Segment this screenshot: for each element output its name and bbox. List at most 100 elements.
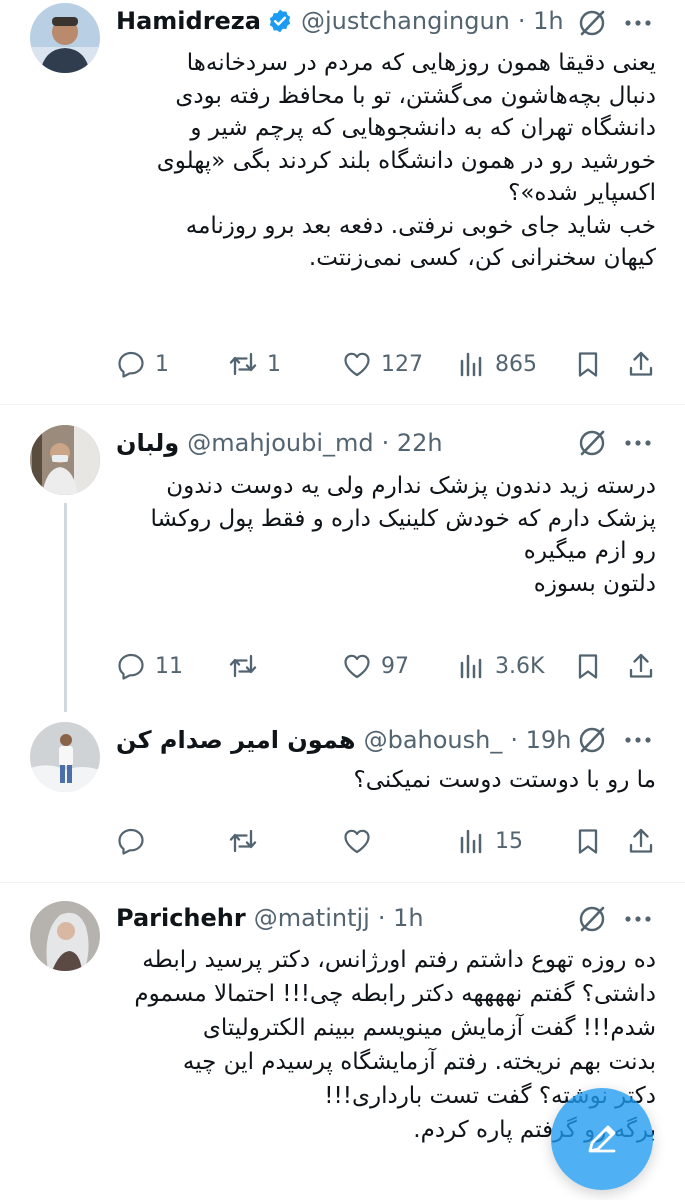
- reply-icon: [118, 828, 144, 855]
- more-icon[interactable]: [622, 428, 654, 458]
- share-icon: [629, 351, 653, 376]
- grok-icon[interactable]: [577, 428, 607, 458]
- share-button[interactable]: [626, 646, 656, 686]
- views-icon: [460, 829, 482, 854]
- tweet-time[interactable]: · 1h: [378, 904, 424, 932]
- tweet-hamidreza[interactable]: Hamidreza @justchangingun · 1h یعنی دقیق…: [0, 0, 685, 404]
- tweet-time[interactable]: · 22h: [382, 429, 443, 457]
- like-icon: [344, 829, 370, 854]
- tweet-line: شدم!!! گفت آزمایش مینویسم ببینم الکترولی…: [202, 1015, 656, 1041]
- author-name[interactable]: همون امیر صدام کن: [116, 726, 356, 754]
- grok-icon[interactable]: [577, 904, 607, 934]
- avatar[interactable]: [30, 425, 100, 495]
- tweet-line: کیهان سخنرانی کن، کسی نمی‌زنتت.: [308, 245, 656, 271]
- avatar[interactable]: [30, 722, 100, 792]
- more-icon[interactable]: [622, 904, 654, 934]
- tweet-header: Parichehr @matintjj · 1h: [116, 898, 424, 938]
- tweet-text: ما رو با دوستت دوست نمیکنی؟: [116, 764, 656, 797]
- tweet-time[interactable]: · 19h: [510, 726, 571, 754]
- author-name[interactable]: Hamidreza: [116, 7, 261, 35]
- tweet-line: دانشگاه تهران که به دانشجوهایی که پرچم ش…: [190, 115, 656, 141]
- tweet-line: دنبال بچه‌هاشون می‌گشتن، تو با محافظ رفت…: [175, 82, 656, 109]
- tweet-header: ولبان @mahjoubi_md · 22h: [116, 423, 443, 463]
- like-button[interactable]: 97: [342, 646, 409, 686]
- bookmark-icon: [578, 352, 598, 377]
- views-count: 865: [495, 351, 537, 377]
- compose-icon: [588, 1125, 616, 1153]
- grok-icon[interactable]: [577, 725, 607, 755]
- reply-count: 11: [155, 653, 183, 679]
- avatar[interactable]: [30, 3, 100, 73]
- bookmark-icon: [578, 654, 598, 679]
- action-bar: 15: [116, 821, 660, 861]
- retweet-button[interactable]: 1: [228, 344, 281, 384]
- more-icon[interactable]: [622, 8, 654, 38]
- tweet-mahjoubi[interactable]: ولبان @mahjoubi_md · 22h درسته زید دندون…: [0, 405, 685, 712]
- author-name[interactable]: Parichehr: [116, 904, 246, 932]
- tweet-line: خورشید رو در همون دانشگاه بلند کردند بگی…: [156, 147, 656, 174]
- tweet-text: درسته زید دندون پزشک ندارم ولی یه دوست د…: [116, 470, 656, 600]
- like-count: 97: [381, 653, 409, 679]
- action-bar: 11 97 3.6K: [116, 646, 660, 686]
- tweet-line: خب شاید جای خوبی نرفتی. دفعه بعد برو روز…: [185, 212, 656, 239]
- reply-button[interactable]: 1: [116, 344, 169, 384]
- views-button[interactable]: 3.6K: [456, 646, 544, 686]
- share-button[interactable]: [626, 344, 656, 384]
- views-icon: [460, 352, 482, 377]
- share-icon: [629, 653, 653, 678]
- tweet-line: ده روزه تهوع داشتم رفتم اورژانس، دکتر پر…: [142, 947, 656, 973]
- tweet-header: Hamidreza @justchangingun · 1h: [116, 1, 564, 41]
- author-handle[interactable]: @mahjoubi_md: [187, 429, 373, 457]
- share-icon: [629, 828, 653, 853]
- reply-button[interactable]: [116, 821, 146, 861]
- views-button[interactable]: 865: [456, 344, 537, 384]
- tweet-line: پزشک دارم که خودش کلینیک داره و فقط پول …: [150, 505, 656, 532]
- tweet-line: اکسپایر شده»؟: [508, 180, 656, 206]
- author-name[interactable]: ولبان: [116, 429, 179, 457]
- like-icon: [344, 352, 370, 377]
- tweet-line: ما رو با دوستت دوست نمیکنی؟: [353, 767, 656, 793]
- views-count: 3.6K: [495, 653, 545, 679]
- tweet-line: بدنت بهم نریخته. رفتم آزمایشگاه پرسیدم ا…: [182, 1049, 656, 1075]
- action-bar: 1 1 127 865: [116, 344, 660, 384]
- tweet-line: یعنی دقیقا همون روزهایی که مردم در سردخا…: [186, 50, 656, 76]
- tweet-header: همون امیر صدام کن @bahoush_ · 19h: [116, 720, 571, 760]
- reply-button[interactable]: 11: [116, 646, 183, 686]
- tweet-line: داشتی؟ گفتم نههههه دکتر رابطه چی!!! احتم…: [134, 981, 656, 1007]
- reply-icon: [118, 351, 144, 378]
- reply-icon: [118, 653, 144, 680]
- views-icon: [460, 654, 482, 679]
- reply-count: 1: [155, 351, 169, 377]
- views-button[interactable]: 15: [456, 821, 523, 861]
- share-button[interactable]: [626, 821, 656, 861]
- tweet-text: یعنی دقیقا همون روزهایی که مردم در سردخا…: [116, 47, 656, 275]
- bookmark-button[interactable]: [573, 821, 603, 861]
- retweet-icon: [229, 654, 257, 678]
- retweet-button[interactable]: [228, 821, 258, 861]
- bookmark-button[interactable]: [573, 646, 603, 686]
- avatar[interactable]: [30, 901, 100, 971]
- tweet-line: درسته زید دندون پزشک ندارم ولی یه دوست د…: [166, 473, 656, 499]
- like-button[interactable]: 127: [342, 344, 423, 384]
- more-icon[interactable]: [622, 725, 654, 755]
- tweet-line: دلتون بسوزه: [533, 570, 656, 597]
- compose-button[interactable]: [551, 1088, 653, 1190]
- bookmark-button[interactable]: [573, 344, 603, 384]
- views-count: 15: [495, 828, 523, 854]
- like-icon: [344, 654, 370, 679]
- retweet-count: 1: [267, 351, 281, 377]
- verified-badge-icon: [267, 8, 293, 34]
- author-handle[interactable]: @matintjj: [254, 904, 370, 932]
- thread-line: [64, 503, 67, 712]
- retweet-icon: [229, 352, 257, 376]
- tweet-time[interactable]: · 1h: [518, 7, 564, 35]
- author-handle[interactable]: @justchangingun: [301, 7, 510, 35]
- author-handle[interactable]: @bahoush_: [364, 726, 503, 754]
- retweet-icon: [229, 829, 257, 853]
- tweet-line: رو ازم میگیره: [523, 538, 656, 564]
- like-button[interactable]: [342, 821, 372, 861]
- like-count: 127: [381, 351, 423, 377]
- tweet-bahoush[interactable]: همون امیر صدام کن @bahoush_ · 19h ما رو …: [0, 712, 685, 882]
- grok-icon[interactable]: [577, 8, 607, 38]
- retweet-button[interactable]: [228, 646, 267, 686]
